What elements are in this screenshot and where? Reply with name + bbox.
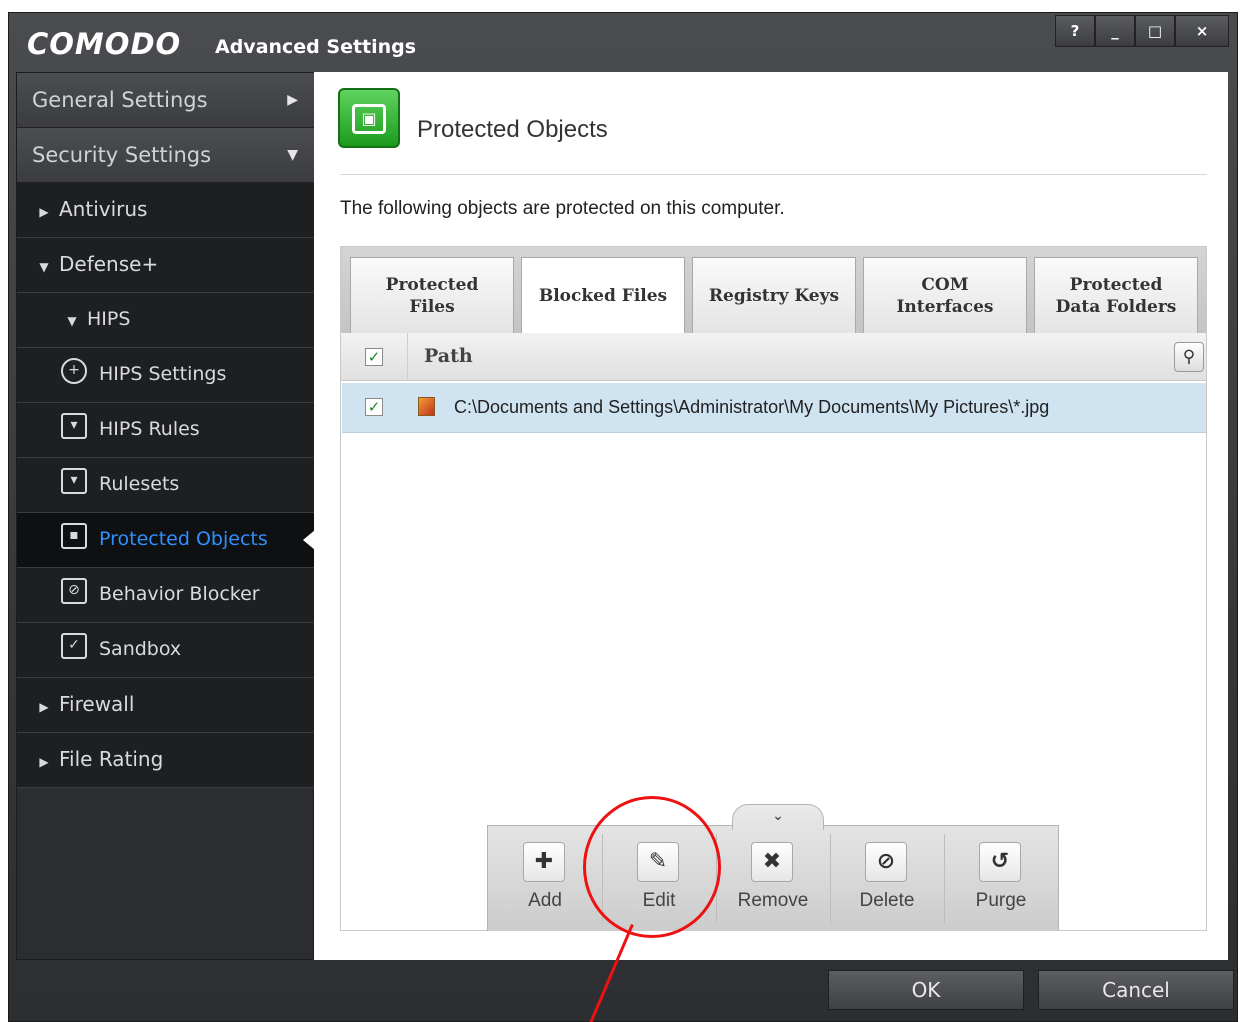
arrow-right-icon: ▶ xyxy=(287,92,298,108)
sidebar-item-label: Behavior Blocker xyxy=(99,583,260,605)
title-bar: COMODO Advanced Settings ? _ □ × xyxy=(9,13,1237,79)
arrow-down-icon: ▼ xyxy=(287,147,298,163)
sidebar-item-general-settings[interactable]: General Settings ▶ xyxy=(17,73,314,128)
tab-bar: Protected Files Blocked Files Registry K… xyxy=(341,247,1206,334)
prohibited-icon: ⊘ xyxy=(865,842,907,882)
window-title: Advanced Settings xyxy=(215,36,417,58)
sidebar-item-behavior-blocker[interactable]: ⊘ Behavior Blocker xyxy=(17,568,314,623)
sidebar-item-label: Antivirus xyxy=(59,197,148,221)
sidebar-item-label: Rulesets xyxy=(99,473,180,495)
tab-com-interfaces[interactable]: COM Interfaces xyxy=(863,257,1027,333)
header-divider xyxy=(340,174,1207,175)
minimize-button[interactable]: _ xyxy=(1095,15,1135,47)
sidebar-item-defense-plus[interactable]: ▼ Defense+ xyxy=(17,238,314,293)
close-button[interactable]: × xyxy=(1175,15,1229,47)
row-path: C:\Documents and Settings\Administrator\… xyxy=(454,397,1050,417)
remove-button[interactable]: ✖ Remove xyxy=(716,826,830,932)
help-button[interactable]: ? xyxy=(1055,15,1095,47)
annotation-circle xyxy=(583,796,721,938)
button-label: Add xyxy=(528,890,562,911)
check-box-icon: ✓ xyxy=(61,632,87,659)
sidebar-item-firewall[interactable]: ▶ Firewall xyxy=(17,678,314,733)
comodo-logo: COMODO xyxy=(27,27,182,61)
sidebar-item-label: HIPS Rules xyxy=(99,418,200,440)
main-content: ▣ Protected Objects The following object… xyxy=(314,72,1228,960)
sidebar-item-label: HIPS xyxy=(87,308,131,330)
maximize-button[interactable]: □ xyxy=(1135,15,1175,47)
sidebar-item-hips-rules[interactable]: ▾ HIPS Rules xyxy=(17,403,314,458)
select-all-checkbox[interactable]: ✓ xyxy=(365,348,383,366)
tab-protected-data-folders[interactable]: Protected Data Folders xyxy=(1034,257,1198,333)
image-file-icon xyxy=(418,397,435,416)
sidebar-item-label: Sandbox xyxy=(99,638,182,660)
sidebar-item-sandbox[interactable]: ✓ Sandbox xyxy=(17,623,314,678)
action-toolbar: ⌄ ✚ Add ✎ Edit ✖ Remove ⊘ Delete ↺ Purge xyxy=(487,804,1059,932)
sidebar-item-security-settings[interactable]: Security Settings ▼ xyxy=(17,128,314,183)
tab-label: Protected Data Folders xyxy=(1055,274,1177,317)
objects-panel: Protected Files Blocked Files Registry K… xyxy=(340,246,1207,931)
protected-objects-lock-icon: ▣ xyxy=(338,88,400,148)
sidebar-item-hips-settings[interactable]: + HIPS Settings xyxy=(17,348,314,403)
plus-icon: ✚ xyxy=(523,842,565,882)
collapse-arrow-icon: ▼ xyxy=(39,260,49,274)
sidebar-item-label: HIPS Settings xyxy=(99,363,227,385)
delete-button[interactable]: ⊘ Delete xyxy=(830,826,944,932)
purge-button[interactable]: ↺ Purge xyxy=(944,826,1058,932)
page-title: Protected Objects xyxy=(417,116,608,143)
row-checkbox[interactable]: ✓ xyxy=(365,398,383,416)
rules-icon: ▾ xyxy=(61,412,87,439)
sidebar-item-rulesets[interactable]: ▾ Rulesets xyxy=(17,458,314,513)
button-label: Delete xyxy=(859,890,915,911)
sidebar-item-label: File Rating xyxy=(59,747,164,771)
page-description: The following objects are protected on t… xyxy=(340,198,785,219)
table-header: ✓ Path ⚲ xyxy=(341,333,1206,381)
column-header-path[interactable]: Path xyxy=(424,345,473,367)
settings-icon: + xyxy=(61,357,87,384)
tab-registry-keys[interactable]: Registry Keys xyxy=(692,257,856,333)
expand-arrow-icon: ▶ xyxy=(39,205,49,219)
ok-button[interactable]: OK xyxy=(828,970,1024,1010)
rulesets-icon: ▾ xyxy=(61,467,87,494)
sidebar-item-hips[interactable]: ▼ HIPS xyxy=(17,293,314,348)
search-icon[interactable]: ⚲ xyxy=(1174,342,1204,372)
tab-label: COM Interfaces xyxy=(896,274,994,317)
tab-blocked-files[interactable]: Blocked Files xyxy=(521,257,685,334)
tab-label: Blocked Files xyxy=(538,286,668,306)
tab-protected-files[interactable]: Protected Files xyxy=(350,257,514,333)
sidebar-item-label: Security Settings xyxy=(32,143,212,167)
cancel-button[interactable]: Cancel xyxy=(1038,970,1234,1010)
sidebar-item-antivirus[interactable]: ▶ Antivirus xyxy=(17,183,314,238)
dialog-footer: OK Cancel xyxy=(8,960,1238,1022)
expand-arrow-icon: ▶ xyxy=(39,755,49,769)
sidebar-item-label: Firewall xyxy=(59,692,135,716)
sidebar-item-label: General Settings xyxy=(32,88,208,112)
tab-label: Registry Keys xyxy=(708,285,840,306)
sidebar-item-protected-objects[interactable]: ▪ Protected Objects xyxy=(17,513,315,568)
expand-arrow-icon: ▶ xyxy=(39,700,49,714)
block-icon: ⊘ xyxy=(61,577,87,604)
sidebar-item-label: Defense+ xyxy=(59,252,159,276)
button-label: Purge xyxy=(975,890,1027,911)
tab-label: Protected Files xyxy=(385,274,479,317)
sidebar-item-label: Protected Objects xyxy=(99,528,268,550)
lock-icon: ▪ xyxy=(61,522,87,549)
collapse-arrow-icon: ▼ xyxy=(67,314,77,328)
table-row[interactable]: ✓ C:\Documents and Settings\Administrato… xyxy=(342,383,1206,433)
refresh-icon: ↺ xyxy=(979,842,1021,882)
column-divider xyxy=(407,333,408,381)
x-icon: ✖ xyxy=(751,842,793,882)
button-label: Remove xyxy=(737,890,809,911)
sidebar-item-file-rating[interactable]: ▶ File Rating xyxy=(17,733,314,788)
sidebar: General Settings ▶ Security Settings ▼ ▶… xyxy=(16,72,315,960)
